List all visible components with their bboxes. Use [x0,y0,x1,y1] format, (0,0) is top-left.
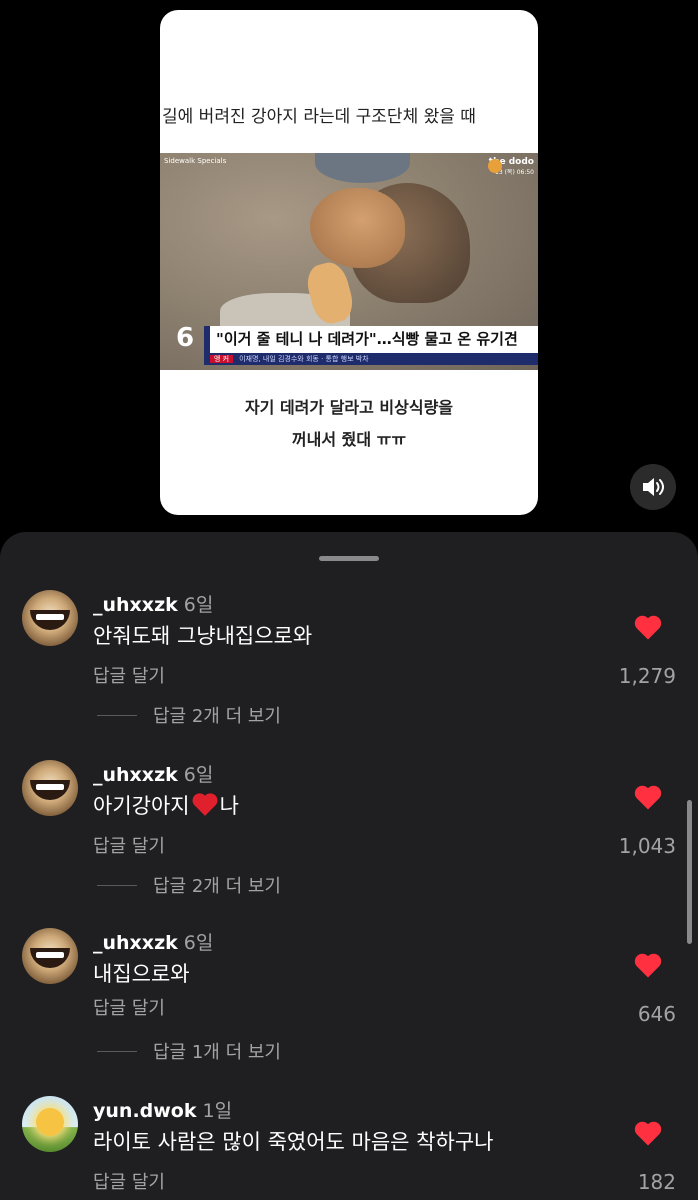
avatar[interactable] [22,1096,78,1152]
like-count: 1,279 [618,664,676,688]
avatar[interactable] [22,760,78,816]
view-more-replies-button[interactable]: 답글 2개 더 보기 [97,872,281,898]
divider-line [97,1050,137,1052]
comment-username[interactable]: yun.dwok 1일 [93,1096,232,1123]
comment-age: 6일 [183,594,214,616]
divider-line [97,884,137,886]
username-text[interactable]: _uhxxzk [93,594,178,616]
video-timestamp: 13 (목) 06:50 [495,169,534,176]
news-headline: "이거 줄 테니 나 데려가"…식빵 물고 온 유기견 [204,326,538,353]
drag-handle[interactable] [319,556,379,561]
more-replies-label[interactable]: 답글 1개 더 보기 [153,1038,281,1064]
video-source: Sidewalk Specials [164,157,227,165]
reply-button[interactable]: 답글 달기 [93,662,165,688]
more-replies-label[interactable]: 답글 2개 더 보기 [153,702,281,728]
like-count: 1,043 [618,834,676,858]
heart-icon[interactable] [633,612,663,642]
bottom-caption-line2: 꺼내서 줬대 ㅠㅠ [291,430,407,449]
more-replies-label[interactable]: 답글 2개 더 보기 [153,872,281,898]
heart-icon[interactable] [633,782,663,812]
reply-button[interactable]: 답글 달기 [93,994,165,1020]
heart-icon[interactable] [633,950,663,980]
sound-toggle-button[interactable] [630,464,676,510]
view-more-replies-button[interactable]: 답글 2개 더 보기 [97,702,281,728]
comment-text-part1: 아기강아지 [93,794,190,818]
comment-username[interactable]: _uhxxzk 6일 [93,760,213,787]
comment-text: 라이토 사람은 많이 죽였어도 마음은 착하구나 [93,1130,494,1154]
like-count: 646 [637,1002,676,1026]
comment-age: 6일 [183,932,214,954]
username-text[interactable]: _uhxxzk [93,764,178,786]
dodo-logo-icon [488,159,502,173]
news-subtitle-bar: 앵 커 이재명, 내일 김경수와 회동 · 통합 행보 박차 [204,353,538,365]
scrollbar[interactable] [687,800,692,944]
reply-button[interactable]: 답글 달기 [93,1168,165,1194]
view-more-replies-button[interactable]: 답글 1개 더 보기 [97,1038,281,1064]
avatar[interactable] [22,590,78,646]
comment-text: 내집으로와 [93,962,190,986]
dodo-logo: the dodo 13 (목) 06:50 [486,157,534,189]
comment-text: 안줘도돼 그냥내집으로와 [93,624,313,648]
video-preview[interactable]: 길에 버려진 강아지 라는데 구조단체 왔을 때 Sidewalk Specia… [160,10,538,515]
reply-button[interactable]: 답글 달기 [93,832,165,858]
bottom-caption-line1: 자기 데려가 달라고 비상식량을 [244,398,454,417]
comment-age: 1일 [202,1100,233,1122]
news-tag: 앵 커 [210,355,234,363]
comments-sheet: _uhxxzk 6일 안줘도돼 그냥내집으로와 답글 달기 1,279 답글 2개… [0,532,698,1200]
username-text[interactable]: yun.dwok [93,1100,197,1122]
comment-username[interactable]: _uhxxzk 6일 [93,590,213,617]
comment-text-part2: 나 [219,794,239,818]
heart-icon[interactable] [633,1118,663,1148]
dog-head [310,188,405,268]
news-sub-text: 이재명, 내일 김경수와 회동 · 통합 행보 박차 [239,355,369,363]
comment-username[interactable]: _uhxxzk 6일 [93,928,213,955]
screen: 길에 버려진 강아지 라는데 구조단체 왔을 때 Sidewalk Specia… [0,0,698,1200]
channel-number: 6 [176,323,195,353]
like-count: 182 [637,1170,676,1194]
comment-age: 6일 [183,764,214,786]
video-bottom-caption: 자기 데려가 달라고 비상식량을 꺼내서 줬대 ㅠㅠ [160,392,538,456]
video-frame[interactable]: Sidewalk Specials the dodo 13 (목) 06:50 … [160,153,538,370]
divider-line [97,714,137,716]
video-top-caption: 길에 버려진 강아지 라는데 구조단체 왔을 때 [162,107,476,127]
comment-text: 아기강아지 나 [93,790,239,820]
username-text[interactable]: _uhxxzk [93,932,178,954]
avatar[interactable] [22,928,78,984]
red-heart-emoji-icon [192,793,218,816]
speaker-icon [643,478,664,496]
